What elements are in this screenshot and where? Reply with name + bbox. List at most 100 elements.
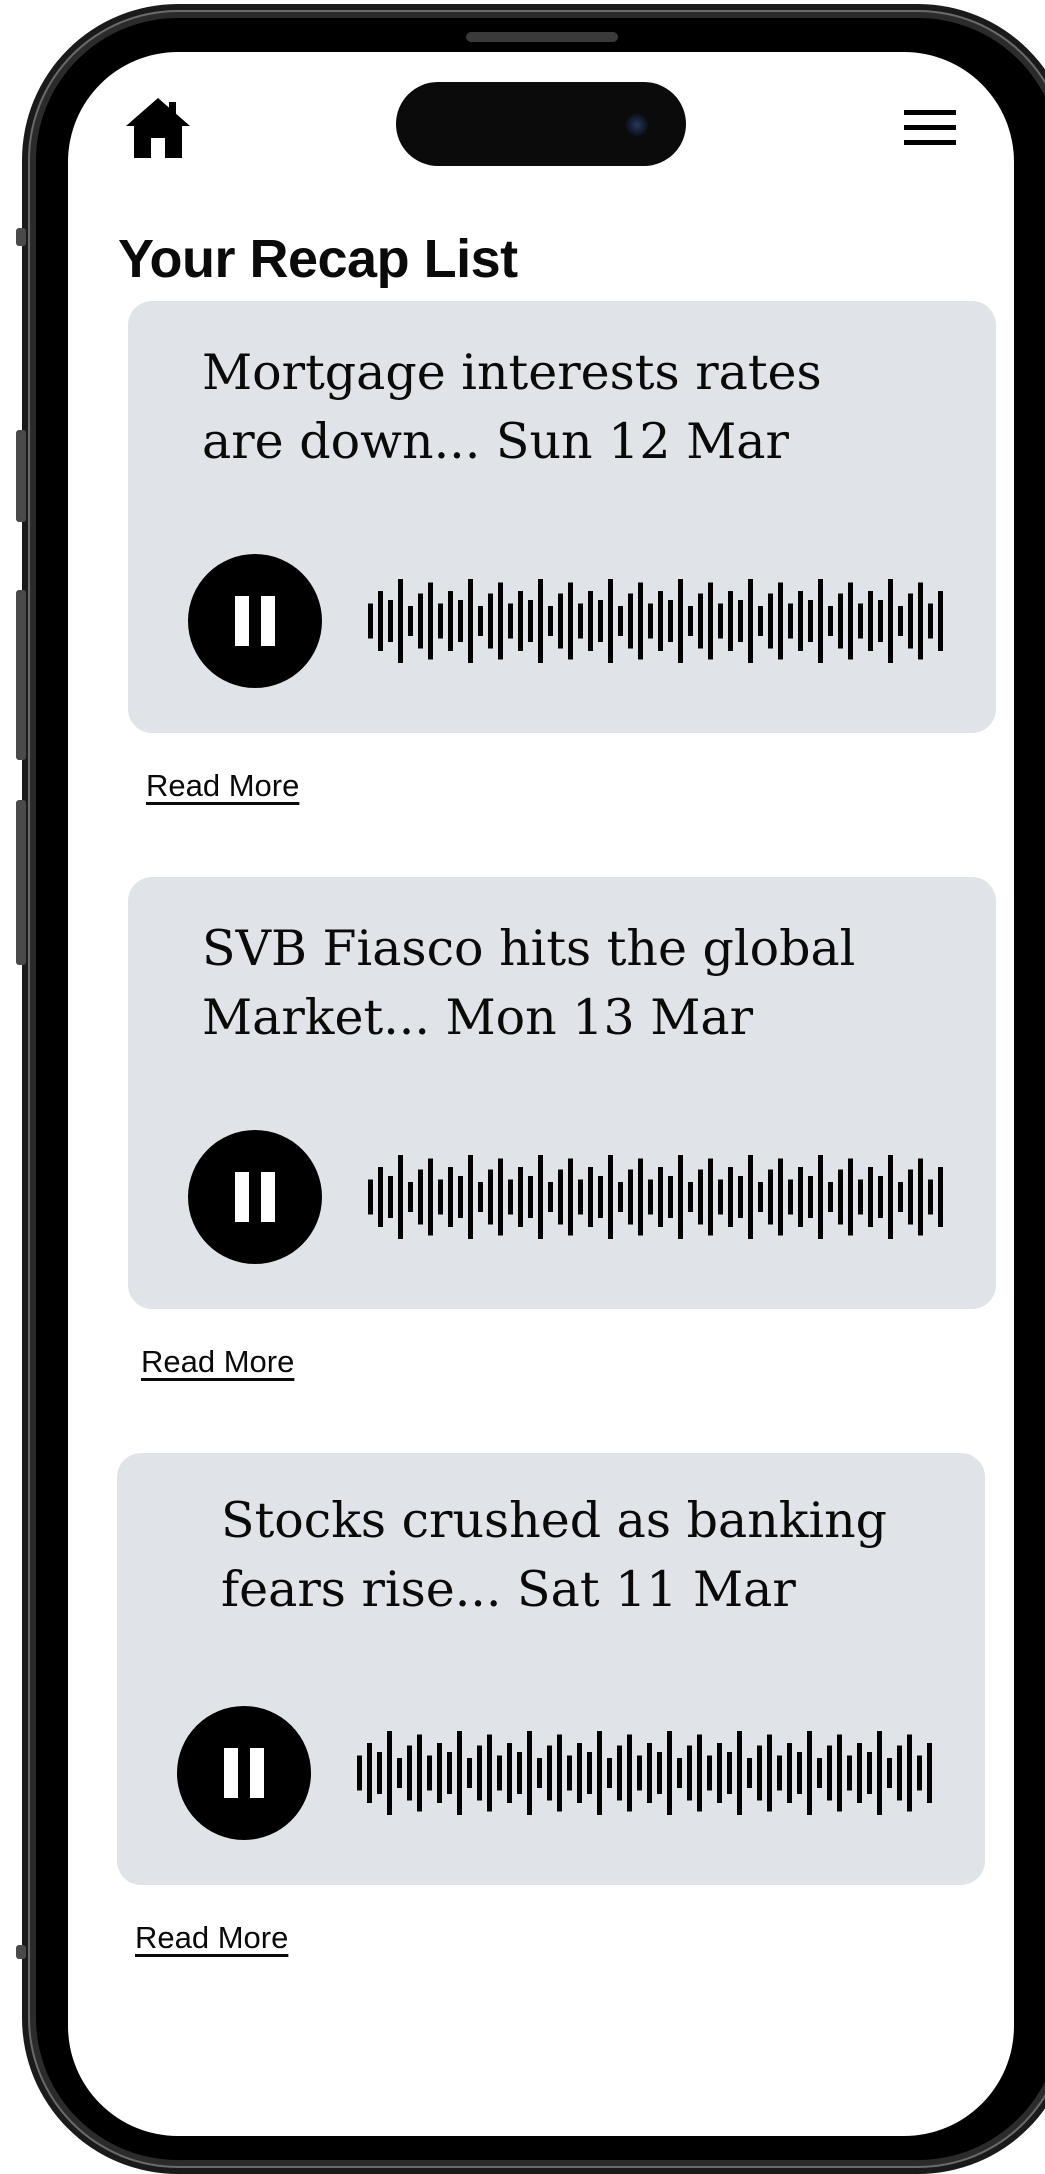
waveform-bar xyxy=(518,591,523,651)
waveform-bar xyxy=(728,1167,733,1227)
pause-button[interactable] xyxy=(188,554,322,688)
waveform-bar xyxy=(697,1734,702,1812)
waveform-bar xyxy=(758,606,763,636)
waveform-bar xyxy=(748,1155,753,1239)
menu-button[interactable] xyxy=(902,108,958,148)
waveform-bar xyxy=(638,582,643,660)
waveform-bar xyxy=(588,591,593,651)
waveform-bar xyxy=(827,1745,832,1801)
waveform-bar xyxy=(818,579,823,663)
waveform-bar xyxy=(887,1758,892,1788)
waveform-bar xyxy=(838,593,843,649)
waveform-bar xyxy=(868,1167,873,1227)
audio-waveform[interactable] xyxy=(357,1731,937,1815)
waveform-bar xyxy=(468,579,473,663)
audio-waveform[interactable] xyxy=(368,1155,948,1239)
waveform-bar xyxy=(708,582,713,660)
waveform-bar xyxy=(528,1176,533,1218)
waveform-bar xyxy=(928,603,933,639)
waveform-bar xyxy=(938,591,943,651)
waveform-bar xyxy=(588,1167,593,1227)
waveform-bar xyxy=(828,606,833,636)
hamburger-menu-icon xyxy=(904,110,956,145)
waveform-bar xyxy=(648,1179,653,1215)
waveform-bar xyxy=(738,600,743,642)
waveform-bar xyxy=(747,1758,752,1788)
waveform-bar xyxy=(508,603,513,639)
read-more-link[interactable]: Read More xyxy=(141,1344,294,1380)
waveform-bar xyxy=(938,1167,943,1227)
waveform-bar xyxy=(567,1755,572,1791)
waveform-bar xyxy=(517,1752,522,1794)
waveform-bar xyxy=(848,1158,853,1236)
pause-button[interactable] xyxy=(177,1706,311,1840)
dynamic-island xyxy=(396,82,686,166)
waveform-bar xyxy=(578,603,583,639)
waveform-bar xyxy=(757,1745,762,1801)
home-button[interactable] xyxy=(124,92,192,160)
waveform-bar xyxy=(608,1155,613,1239)
waveform-bar xyxy=(578,1179,583,1215)
waveform-bar xyxy=(838,1169,843,1225)
waveform-bar xyxy=(688,1182,693,1212)
waveform-bar xyxy=(458,600,463,642)
waveform-bar xyxy=(878,600,883,642)
waveform-bar xyxy=(457,1731,462,1815)
waveform-bar xyxy=(878,1176,883,1218)
waveform-bar xyxy=(408,1182,413,1212)
waveform-bar xyxy=(668,1176,673,1218)
waveform-bar xyxy=(527,1731,532,1815)
pause-button[interactable] xyxy=(188,1130,322,1264)
waveform-bar xyxy=(907,1734,912,1812)
waveform-bar xyxy=(698,593,703,649)
waveform-bar xyxy=(667,1731,672,1815)
waveform-bar xyxy=(547,1745,552,1801)
waveform-bar xyxy=(378,591,383,651)
waveform-bar xyxy=(737,1731,742,1815)
waveform-bar xyxy=(387,1731,392,1815)
waveform-bar xyxy=(727,1752,732,1794)
waveform-bar xyxy=(598,1176,603,1218)
waveform-bar xyxy=(488,1169,493,1225)
waveform-bar xyxy=(857,1743,862,1803)
waveform-bar xyxy=(628,1169,633,1225)
waveform-bar xyxy=(867,1752,872,1794)
read-more-link[interactable]: Read More xyxy=(135,1920,288,1956)
waveform-bar xyxy=(677,1758,682,1788)
waveform-bar xyxy=(678,1155,683,1239)
waveform-bar xyxy=(718,603,723,639)
waveform-bar xyxy=(888,579,893,663)
waveform-bar xyxy=(657,1752,662,1794)
waveform-bar xyxy=(407,1745,412,1801)
waveform-bar xyxy=(637,1755,642,1791)
audio-waveform[interactable] xyxy=(368,579,948,663)
home-icon xyxy=(126,98,190,158)
waveform-bar xyxy=(898,1182,903,1212)
page-title: Your Recap List xyxy=(118,229,518,289)
waveform-bar xyxy=(528,600,533,642)
waveform-bar xyxy=(648,603,653,639)
waveform-bar xyxy=(738,1176,743,1218)
waveform-bar xyxy=(458,1176,463,1218)
waveform-bar xyxy=(928,1179,933,1215)
waveform-bar xyxy=(408,606,413,636)
waveform-bar xyxy=(698,1169,703,1225)
waveform-bar xyxy=(647,1743,652,1803)
waveform-bar xyxy=(398,579,403,663)
waveform-bar xyxy=(847,1755,852,1791)
recap-card: Stocks crushed as banking fears rise... … xyxy=(117,1453,985,1885)
waveform-bar xyxy=(788,1179,793,1215)
read-more-link[interactable]: Read More xyxy=(146,768,299,804)
waveform-bar xyxy=(498,582,503,660)
recap-headline: Stocks crushed as banking fears rise... … xyxy=(221,1492,888,1618)
waveform-bar xyxy=(618,606,623,636)
waveform-bar xyxy=(728,591,733,651)
waveform-bar xyxy=(918,1158,923,1236)
waveform-bar xyxy=(548,606,553,636)
waveform-bar xyxy=(468,1155,473,1239)
waveform-bar xyxy=(787,1743,792,1803)
waveform-bar xyxy=(368,603,373,639)
waveform-bar xyxy=(497,1755,502,1791)
waveform-bar xyxy=(758,1182,763,1212)
waveform-bar xyxy=(908,593,913,649)
